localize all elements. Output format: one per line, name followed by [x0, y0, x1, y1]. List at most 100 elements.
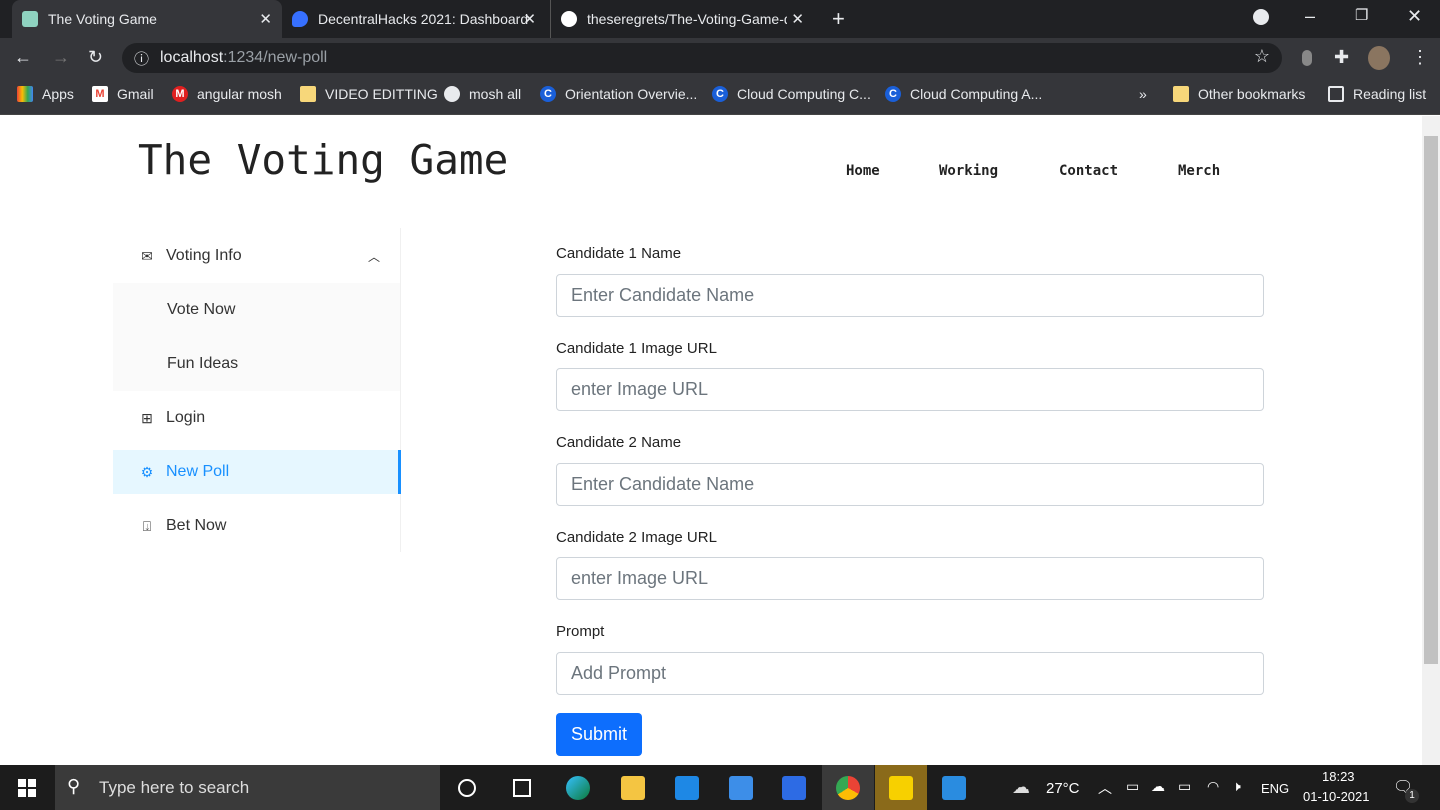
- battery-icon[interactable]: ▭: [1178, 778, 1191, 795]
- nav-home[interactable]: Home: [846, 163, 880, 179]
- vscode-icon[interactable]: [942, 776, 966, 800]
- bookmarks-overflow[interactable]: »: [1139, 86, 1147, 102]
- bookmark-label: Gmail: [117, 86, 154, 102]
- onedrive-icon[interactable]: ☁: [1151, 778, 1165, 795]
- prompt-input[interactable]: [556, 652, 1264, 695]
- sidebar-item-login[interactable]: ⊞ Login: [113, 396, 400, 440]
- cortana-icon[interactable]: [458, 779, 476, 797]
- bookmark-cloud-a[interactable]: C Cloud Computing A...: [885, 86, 1042, 102]
- weather-icon[interactable]: ☁: [1012, 777, 1030, 798]
- tab-decentralhacks[interactable]: DecentralHacks 2021: Dashboard ✕: [282, 0, 546, 38]
- sidebar-item-vote-now[interactable]: Vote Now: [113, 288, 400, 332]
- other-bookmarks[interactable]: Other bookmarks: [1173, 86, 1305, 102]
- bookmark-angular-mosh[interactable]: Mangular mosh: [172, 86, 282, 102]
- minimize-icon[interactable]: –: [1305, 6, 1315, 27]
- sidebar-item-label: Voting Info: [166, 247, 242, 264]
- folder-icon: [1173, 86, 1189, 102]
- bookmark-mosh-all[interactable]: mosh all: [444, 86, 521, 102]
- edge-icon[interactable]: [566, 776, 590, 800]
- sidebar-item-new-poll[interactable]: ⚙ New Poll: [113, 450, 401, 494]
- bookmark-star-icon[interactable]: ☆: [1254, 46, 1270, 67]
- chevron-up-icon: ︿: [367, 249, 380, 264]
- info-icon: ⓘ: [134, 51, 150, 68]
- tab-title: The Voting Game: [48, 11, 157, 27]
- notification-count-badge: 1: [1405, 789, 1419, 803]
- temperature[interactable]: 27°C: [1046, 780, 1080, 797]
- close-tab-icon[interactable]: ✕: [523, 10, 536, 28]
- submit-button[interactable]: Submit: [556, 713, 642, 756]
- scrollbar-thumb[interactable]: [1424, 136, 1438, 664]
- bookmark-label: VIDEO EDITTING: [325, 86, 438, 102]
- candidate-1-image-input[interactable]: [556, 368, 1264, 411]
- store-icon[interactable]: [675, 776, 699, 800]
- bookmark-label: Other bookmarks: [1198, 86, 1306, 102]
- coursera-icon: C: [885, 86, 901, 102]
- sidebar-item-label: New Poll: [166, 463, 230, 480]
- extension-icon[interactable]: [1302, 50, 1312, 66]
- sidebar-item-voting-info[interactable]: ✉ Voting Info ︿: [113, 234, 400, 278]
- url-host: localhost: [160, 49, 224, 66]
- taskbar-search[interactable]: ⚲ Type here to search: [55, 765, 440, 810]
- bookmark-video-editting[interactable]: VIDEO EDITTING: [300, 86, 438, 102]
- nav-contact[interactable]: Contact: [1059, 163, 1118, 179]
- candidate-2-name-label: Candidate 2 Name: [556, 434, 682, 451]
- bookmark-label: Reading list: [1353, 86, 1427, 102]
- task-view-icon[interactable]: [513, 779, 531, 797]
- sidebar-item-bet-now[interactable]: ⍗ Bet Now: [113, 504, 400, 548]
- chrome-icon[interactable]: [836, 776, 860, 800]
- reload-icon[interactable]: ↻: [88, 47, 103, 68]
- reading-list-icon: [1328, 86, 1344, 102]
- sidebar-item-label: Fun Ideas: [167, 355, 239, 372]
- nav-working[interactable]: Working: [939, 163, 998, 179]
- coursera-icon: C: [540, 86, 556, 102]
- restore-icon[interactable]: ❐: [1355, 6, 1368, 24]
- wifi-icon[interactable]: ◠: [1207, 778, 1219, 795]
- overflow-label: »: [1139, 86, 1147, 102]
- avatar[interactable]: [1368, 46, 1390, 70]
- bookmark-label: angular mosh: [197, 86, 282, 102]
- candidate-1-name-input[interactable]: [556, 274, 1264, 317]
- meet-icon[interactable]: ▭: [1126, 778, 1139, 795]
- mail-icon: ✉: [141, 247, 153, 264]
- mail-app-icon[interactable]: [729, 776, 753, 800]
- nav-merch[interactable]: Merch: [1178, 163, 1220, 179]
- sticky-notes-icon[interactable]: [889, 776, 913, 800]
- bookmark-label: Apps: [42, 86, 74, 102]
- close-tab-icon[interactable]: ✕: [259, 10, 272, 28]
- new-tab-icon[interactable]: +: [832, 6, 845, 32]
- bookmark-gmail[interactable]: M Gmail: [92, 86, 154, 102]
- menu-kebab-icon[interactable]: ⋮: [1411, 47, 1429, 68]
- address-bar[interactable]: ⓘ localhost:1234/new-poll ☆: [122, 43, 1282, 73]
- sidebar-item-fun-ideas[interactable]: Fun Ideas: [113, 342, 400, 386]
- tray-chevron-icon[interactable]: ︿: [1098, 778, 1112, 798]
- tab-search-icon[interactable]: [1253, 9, 1269, 25]
- bookmark-apps[interactable]: Apps: [17, 86, 74, 102]
- windows-start-icon[interactable]: [18, 779, 36, 797]
- sidebar-item-label: Vote Now: [167, 301, 236, 318]
- extensions-puzzle-icon[interactable]: ✚: [1334, 47, 1349, 68]
- back-icon[interactable]: ←: [14, 47, 32, 68]
- clock-date[interactable]: 01-10-2021: [1303, 789, 1370, 804]
- bookmark-cloud-c[interactable]: C Cloud Computing C...: [712, 86, 871, 102]
- notion-icon: [22, 11, 38, 27]
- clock-time[interactable]: 18:23: [1322, 769, 1355, 784]
- file-explorer-icon[interactable]: [621, 776, 645, 800]
- close-tab-icon[interactable]: ✕: [791, 10, 804, 28]
- tab-voting-game[interactable]: The Voting Game ✕: [12, 0, 282, 38]
- bookmark-label: Cloud Computing C...: [737, 86, 871, 102]
- mosh-icon: M: [172, 86, 188, 102]
- candidate-2-image-input[interactable]: [556, 557, 1264, 600]
- close-window-icon[interactable]: ✕: [1407, 6, 1422, 27]
- tab-title: DecentralHacks 2021: Dashboard: [318, 11, 529, 27]
- tab-github[interactable]: theseregrets/The-Voting-Game-d ✕: [550, 0, 814, 38]
- coursera-icon: C: [712, 86, 728, 102]
- bookmark-orientation[interactable]: C Orientation Overvie...: [540, 86, 697, 102]
- app-icon[interactable]: [782, 776, 806, 800]
- search-placeholder: Type here to search: [99, 777, 250, 797]
- bookmark-label: Cloud Computing A...: [910, 86, 1043, 102]
- forward-icon[interactable]: →: [52, 47, 70, 68]
- language-indicator[interactable]: ENG: [1261, 781, 1289, 796]
- reading-list[interactable]: Reading list: [1328, 86, 1426, 102]
- candidate-2-name-input[interactable]: [556, 463, 1264, 506]
- volume-icon[interactable]: 🕨: [1232, 778, 1241, 795]
